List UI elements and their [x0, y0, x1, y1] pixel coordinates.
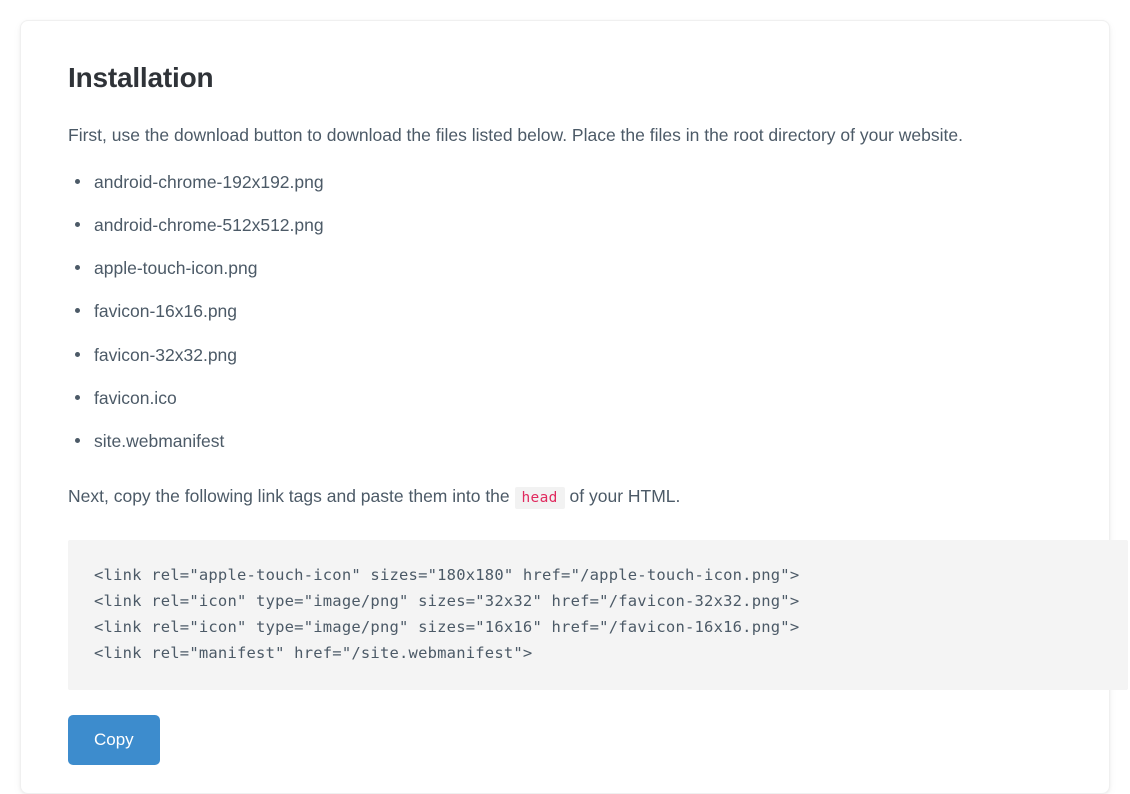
- bullet-icon: [75, 438, 80, 444]
- list-item: favicon-32x32.png: [75, 342, 1084, 368]
- installation-card: Installation First, use the download but…: [20, 20, 1128, 794]
- list-item: apple-touch-icon.png: [75, 255, 1084, 281]
- intro-paragraph: First, use the download button to downlo…: [68, 124, 963, 145]
- file-name: android-chrome-192x192.png: [94, 171, 324, 192]
- next-paragraph-text-before: Next, copy the following link tags and p…: [68, 486, 510, 507]
- code-line: <link rel="icon" type="image/png" sizes=…: [94, 591, 800, 610]
- bullet-icon: [75, 178, 80, 184]
- file-name: site.webmanifest: [94, 431, 225, 452]
- file-name: favicon-16x16.png: [94, 301, 238, 322]
- inline-code-head: head: [514, 487, 565, 510]
- next-paragraph: Next, copy the following link tags and p…: [68, 483, 1084, 510]
- list-item: favicon-16x16.png: [75, 298, 1084, 324]
- file-name: android-chrome-512x512.png: [94, 214, 324, 235]
- file-name: favicon.ico: [94, 387, 177, 408]
- copy-button[interactable]: Copy: [68, 714, 160, 765]
- list-item: android-chrome-512x512.png: [75, 212, 1084, 238]
- code-line: <link rel="manifest" href="/site.webmani…: [94, 643, 533, 662]
- bullet-icon: [75, 351, 80, 357]
- bullet-icon: [75, 265, 80, 271]
- file-name: favicon-32x32.png: [94, 344, 238, 365]
- bullet-icon: [75, 394, 80, 400]
- bullet-icon: [75, 308, 80, 314]
- code-line: <link rel="icon" type="image/png" sizes=…: [94, 617, 800, 636]
- bullet-icon: [75, 221, 80, 227]
- file-name: apple-touch-icon.png: [94, 258, 258, 279]
- list-item: favicon.ico: [75, 385, 1084, 411]
- card-body: Installation First, use the download but…: [45, 61, 1128, 765]
- code-block: <link rel="apple-touch-icon" sizes="180x…: [68, 539, 1128, 690]
- next-paragraph-text-after: of your HTML.: [569, 486, 681, 507]
- file-list: android-chrome-192x192.png android-chrom…: [68, 169, 1084, 455]
- list-item: android-chrome-192x192.png: [75, 169, 1084, 195]
- list-item: site.webmanifest: [75, 428, 1084, 454]
- page-title: Installation: [68, 62, 214, 93]
- code-line: <link rel="apple-touch-icon" sizes="180x…: [94, 565, 800, 584]
